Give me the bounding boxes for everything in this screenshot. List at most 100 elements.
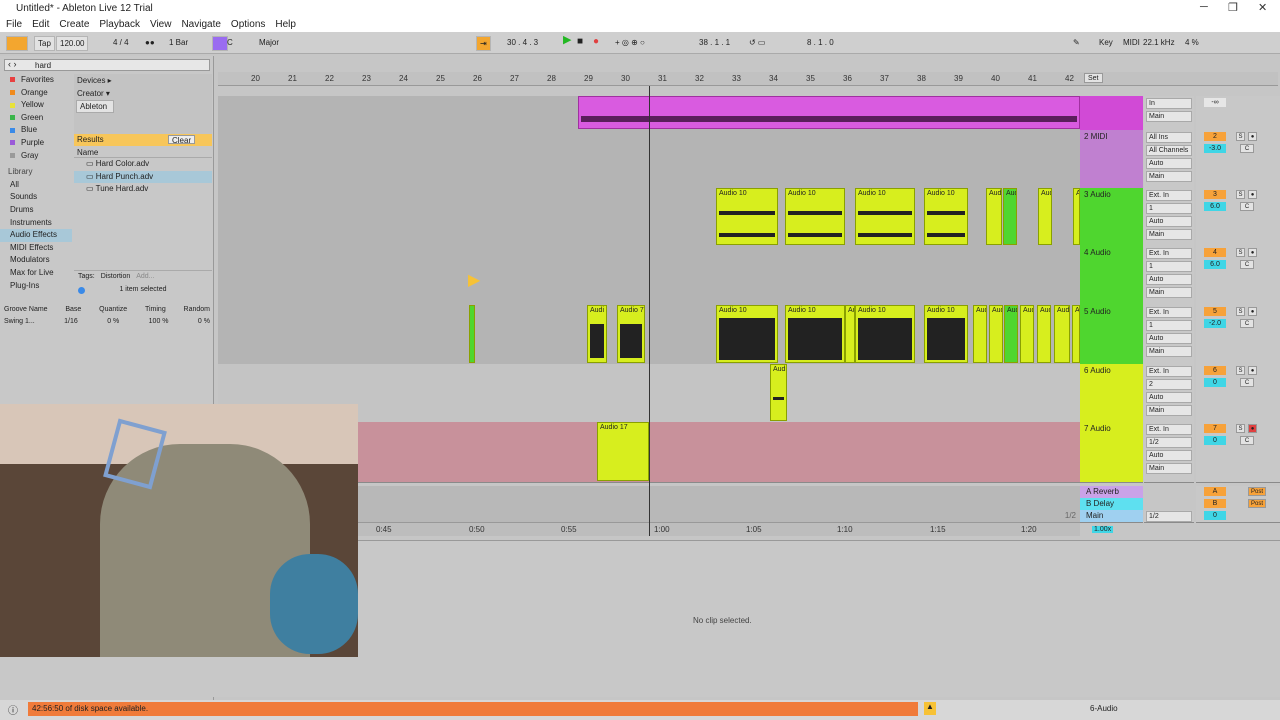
pan-field[interactable]: C bbox=[1240, 144, 1254, 153]
draw-mode-icon[interactable]: ✎ bbox=[1070, 36, 1083, 49]
main-output-select[interactable]: 1/2 bbox=[1146, 511, 1192, 522]
channel-select[interactable]: 1 bbox=[1146, 261, 1192, 272]
monitor-auto-button[interactable]: Auto bbox=[1146, 216, 1192, 227]
audio-clip[interactable]: Aud bbox=[1054, 305, 1070, 363]
audio-clip[interactable]: A bbox=[1073, 188, 1080, 245]
channel-select[interactable]: 1/2 bbox=[1146, 437, 1192, 448]
close-icon[interactable]: ✕ bbox=[1258, 1, 1267, 14]
arm-button[interactable]: ● bbox=[1248, 248, 1257, 257]
solo-button[interactable]: S bbox=[1236, 132, 1245, 141]
link-icon[interactable] bbox=[6, 36, 28, 51]
arm-button[interactable]: ● bbox=[1248, 132, 1257, 141]
restore-icon[interactable]: ❐ bbox=[1228, 1, 1238, 14]
pan-field[interactable]: C bbox=[1240, 260, 1254, 269]
library-max-for-live[interactable]: Max for Live bbox=[0, 267, 72, 280]
input-select[interactable]: All Ins bbox=[1146, 132, 1192, 143]
track-activator[interactable]: 3 bbox=[1204, 190, 1226, 199]
channel-select[interactable]: All Channels bbox=[1146, 145, 1192, 156]
output-select[interactable]: Main bbox=[1146, 111, 1192, 122]
tag-distortion[interactable]: Distortion bbox=[101, 273, 131, 280]
beat-ruler[interactable]: 20 21 22 23 24 25 26 27 28 29 30 31 32 3… bbox=[218, 72, 1278, 86]
volume-field[interactable]: -∞ bbox=[1204, 98, 1226, 107]
library-all[interactable]: All bbox=[0, 179, 72, 192]
overdub-icon[interactable]: + ◎ ⊕ ○ bbox=[612, 36, 648, 49]
track-name[interactable]: 5 Audio bbox=[1084, 307, 1111, 316]
output-select[interactable]: Main bbox=[1146, 287, 1192, 298]
audio-clip[interactable]: Au bbox=[845, 305, 855, 363]
arm-button[interactable]: ● bbox=[1248, 307, 1257, 316]
quantize-menu[interactable]: 1 Bar bbox=[166, 36, 191, 49]
audio-clip[interactable]: Aud bbox=[1038, 188, 1052, 245]
pan-field[interactable]: C bbox=[1240, 202, 1254, 211]
input-select[interactable]: Ext. In bbox=[1146, 366, 1192, 377]
tempo-field[interactable]: 120.00 bbox=[56, 36, 89, 51]
track-name[interactable]: 6 Audio bbox=[1084, 366, 1111, 375]
pan-field[interactable]: C bbox=[1240, 378, 1254, 387]
track-name[interactable]: 4 Audio bbox=[1084, 248, 1111, 257]
solo-button[interactable]: S bbox=[1236, 366, 1245, 375]
track-select-label[interactable]: 6-Audio bbox=[1090, 704, 1118, 713]
pan-field[interactable]: C bbox=[1240, 436, 1254, 445]
audio-clip[interactable]: Audio 7 bbox=[617, 305, 645, 363]
main-volume-field[interactable]: 0 bbox=[1204, 511, 1226, 520]
monitor-auto-button[interactable]: Auto bbox=[1146, 450, 1192, 461]
tag-add[interactable]: Add... bbox=[136, 273, 154, 280]
collection-yellow[interactable]: Yellow bbox=[0, 99, 72, 112]
info-icon[interactable] bbox=[78, 287, 85, 294]
set-button[interactable]: Set bbox=[1084, 73, 1103, 83]
input-select[interactable]: Ext. In bbox=[1146, 424, 1192, 435]
main-header[interactable]: Main bbox=[1080, 510, 1143, 523]
collection-green[interactable]: Green bbox=[0, 112, 72, 125]
channel-select[interactable]: 2 bbox=[1146, 379, 1192, 390]
track-activator[interactable]: 4 bbox=[1204, 248, 1226, 257]
audio-clip[interactable]: Audio 17 bbox=[597, 422, 649, 481]
key-select[interactable]: C bbox=[224, 36, 236, 49]
audio-clip[interactable]: Aud bbox=[1037, 305, 1051, 363]
audio-clip[interactable]: Audi bbox=[770, 364, 787, 421]
audio-clip[interactable]: A bbox=[1072, 305, 1080, 363]
audio-clip[interactable]: Audio 10 bbox=[855, 188, 915, 245]
library-instruments[interactable]: Instruments bbox=[0, 217, 72, 230]
audio-clip[interactable]: Aud bbox=[973, 305, 987, 363]
track-activator[interactable]: 7 bbox=[1204, 424, 1226, 433]
groove-row[interactable]: Swing 1... 1/16 0 % 100 % 0 % bbox=[4, 318, 210, 327]
volume-field[interactable]: 6.0 bbox=[1204, 260, 1226, 269]
input-select[interactable]: Ext. In bbox=[1146, 307, 1192, 318]
audio-clip[interactable]: Audio 10 bbox=[855, 305, 915, 363]
menu-view[interactable]: View bbox=[150, 19, 172, 30]
loop-icon[interactable]: ↺ ▭ bbox=[746, 36, 768, 49]
arm-button[interactable]: ● bbox=[1248, 366, 1257, 375]
time-signature-field[interactable]: 4 / 4 bbox=[110, 36, 132, 49]
solo-button[interactable]: S bbox=[1236, 424, 1245, 433]
library-plug-ins[interactable]: Plug-Ins bbox=[0, 280, 72, 293]
output-select[interactable]: Main bbox=[1146, 229, 1192, 240]
volume-field[interactable]: 0 bbox=[1204, 378, 1226, 387]
track-name[interactable]: 7 Audio bbox=[1084, 424, 1111, 433]
track-header-6[interactable]: 6 Audio bbox=[1080, 364, 1143, 423]
track-header-2[interactable]: 2 MIDI bbox=[1080, 130, 1143, 189]
track-activator[interactable]: 6 bbox=[1204, 366, 1226, 375]
output-select[interactable]: Main bbox=[1146, 346, 1192, 357]
audio-clip[interactable]: Audio 10 bbox=[924, 188, 968, 245]
filter-devices[interactable]: Devices ▸ bbox=[74, 74, 212, 87]
result-item-selected[interactable]: ▭ Hard Punch.adv bbox=[74, 170, 212, 183]
follow-icon[interactable]: ⇥ bbox=[476, 36, 491, 51]
audio-clip[interactable]: Audi bbox=[986, 188, 1002, 245]
menu-options[interactable]: Options bbox=[231, 19, 265, 30]
audio-clip[interactable]: Audi bbox=[989, 305, 1003, 363]
library-modulators[interactable]: Modulators bbox=[0, 254, 72, 267]
channel-select[interactable]: 1 bbox=[1146, 320, 1192, 331]
monitor-auto-button[interactable]: Auto bbox=[1146, 274, 1192, 285]
track-header-4[interactable]: 4 Audio bbox=[1080, 246, 1143, 306]
midi-clip[interactable] bbox=[578, 96, 1080, 129]
library-sounds[interactable]: Sounds bbox=[0, 191, 72, 204]
pan-field[interactable]: C bbox=[1240, 319, 1254, 328]
post-button[interactable]: Post bbox=[1248, 487, 1266, 496]
library-drums[interactable]: Drums bbox=[0, 204, 72, 217]
volume-field[interactable]: -3.0 bbox=[1204, 144, 1226, 153]
input-select[interactable]: Ext. In bbox=[1146, 190, 1192, 201]
collection-gray[interactable]: Gray bbox=[0, 150, 72, 163]
menu-help[interactable]: Help bbox=[275, 19, 296, 30]
scale-select[interactable]: Major bbox=[256, 36, 282, 49]
stop-icon[interactable]: ■ bbox=[574, 35, 586, 48]
